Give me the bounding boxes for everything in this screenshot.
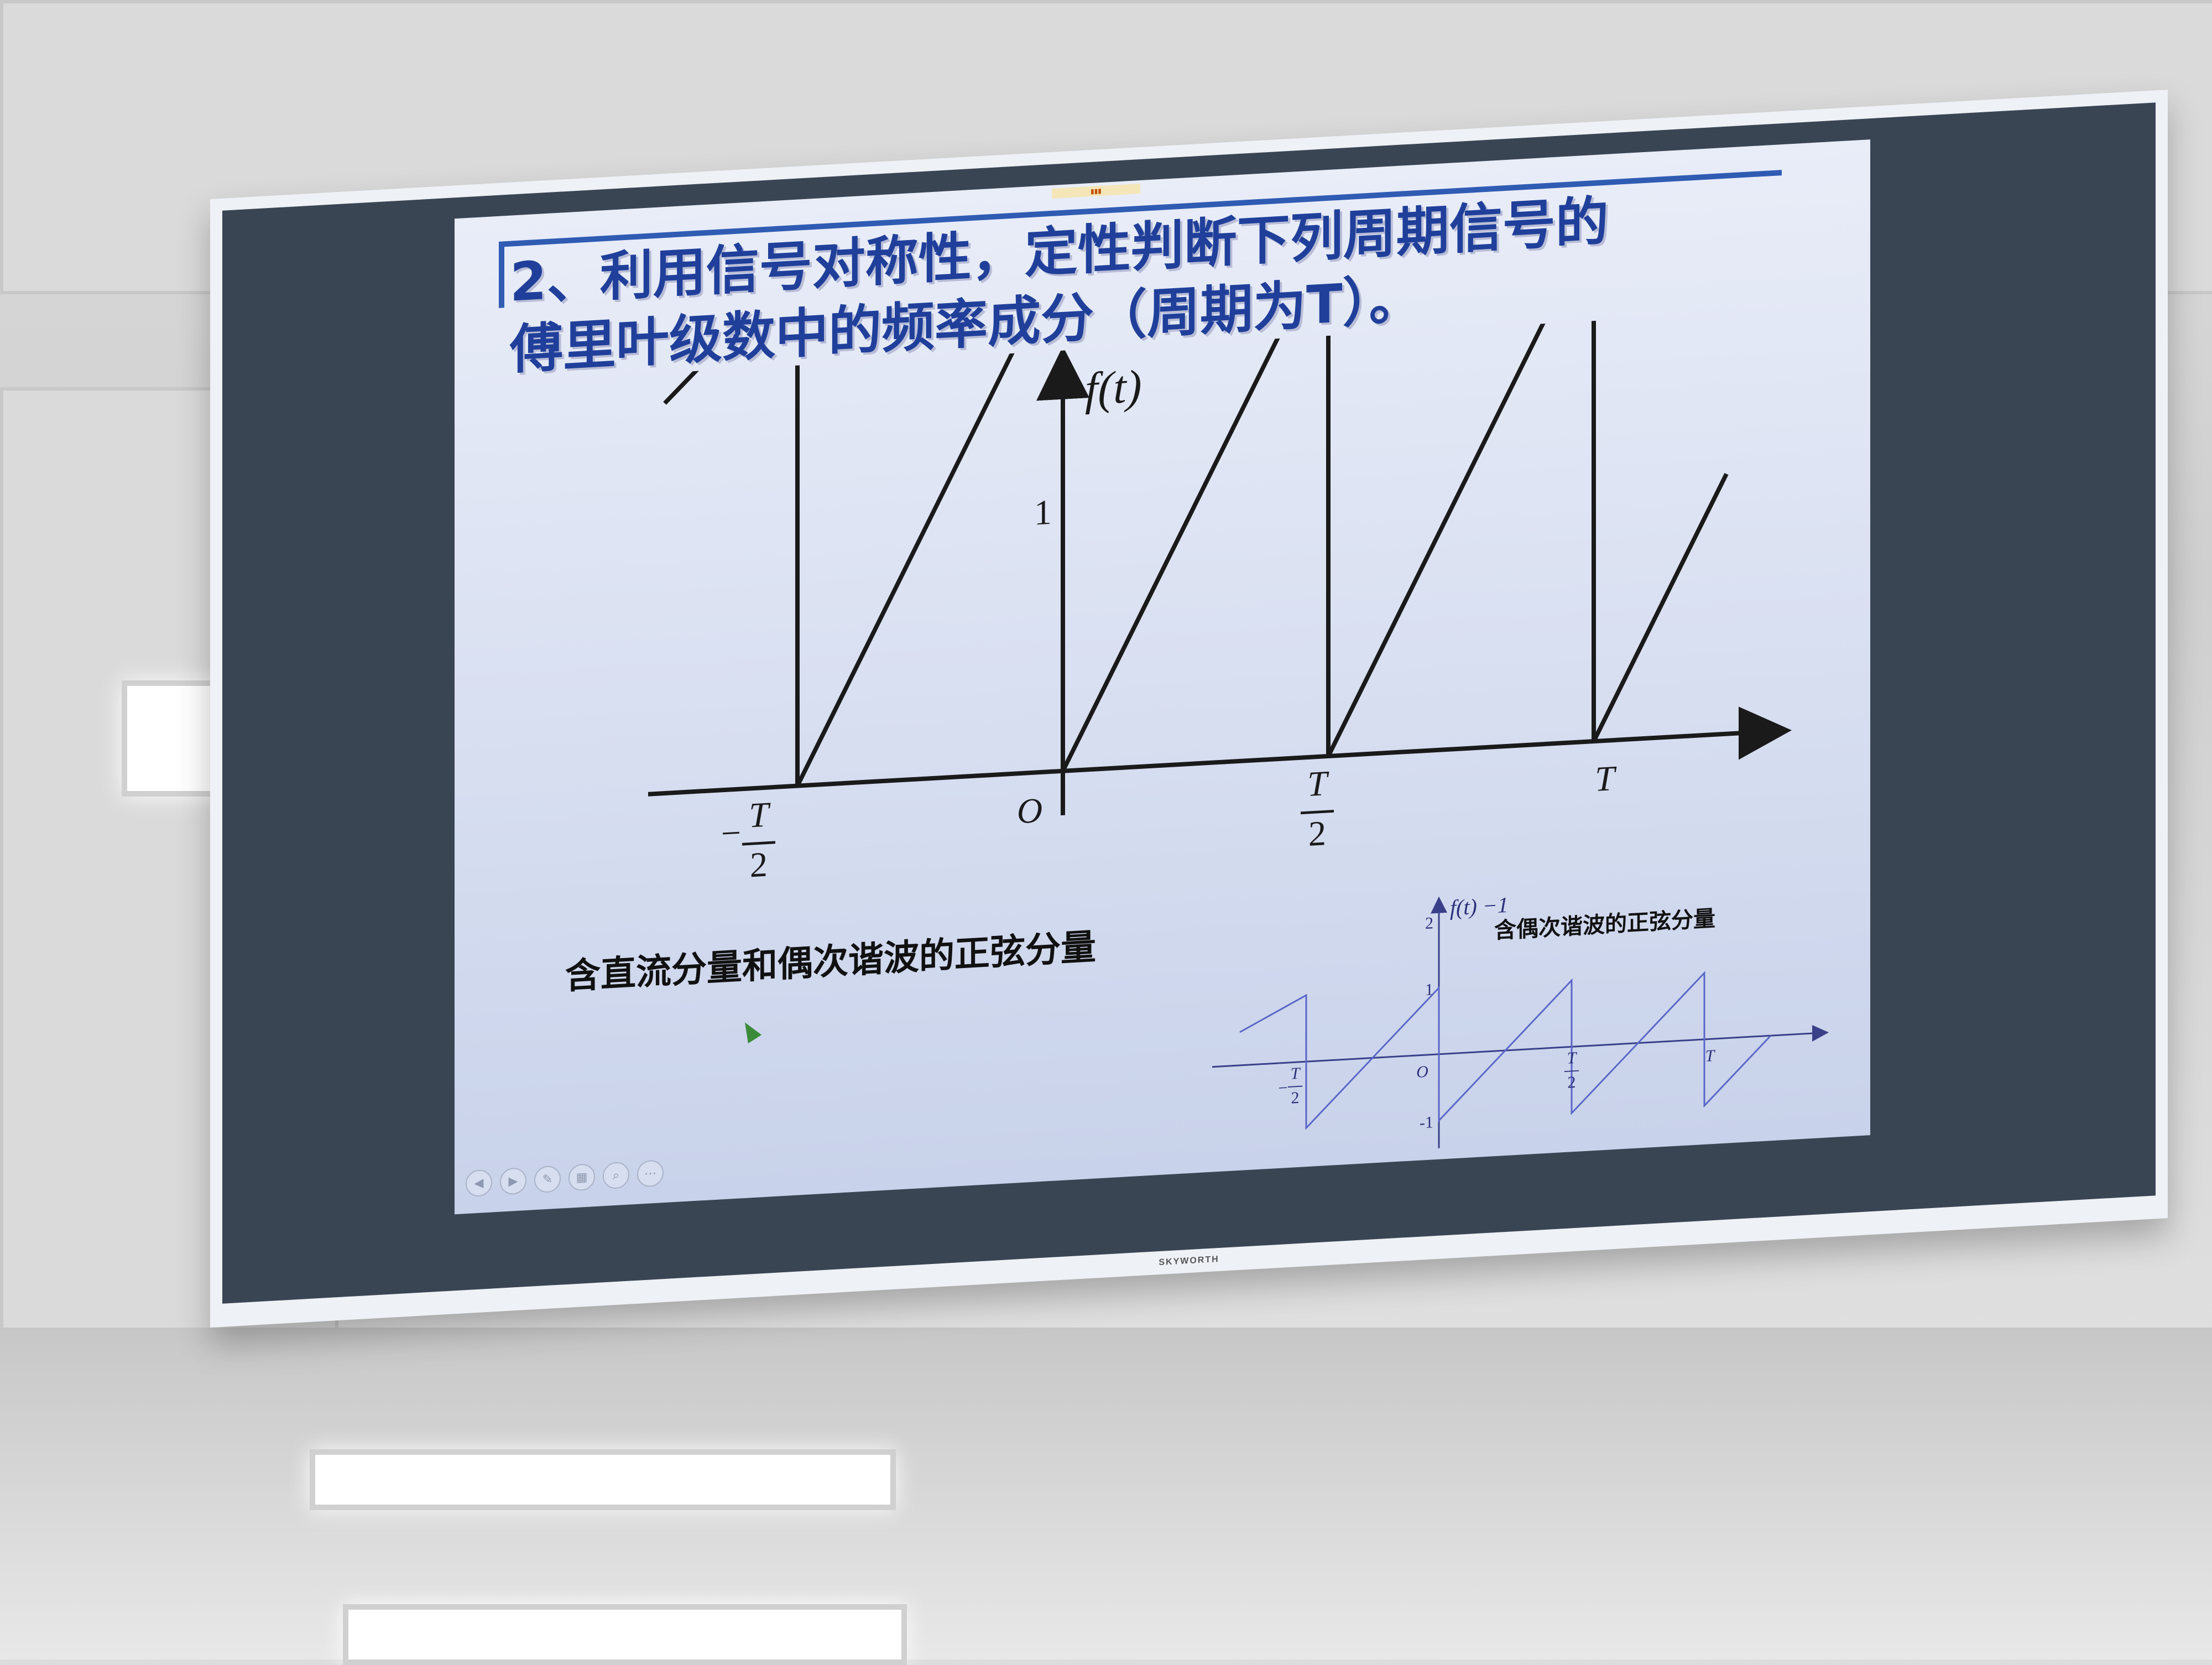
- svg-text:2: 2: [1308, 813, 1326, 854]
- x-tick-label: T: [1705, 1047, 1716, 1065]
- pen-icon[interactable]: ✎: [534, 1165, 561, 1194]
- title-rule-vertical: [499, 241, 504, 308]
- tv-screen: ▮▮▮ 2、利用信号对称性，定性判断下列周期信号的 傅里叶级数中的频率成分（周期…: [222, 102, 2156, 1304]
- svg-text:2: 2: [1567, 1073, 1575, 1092]
- ceiling-light: [343, 1604, 907, 1665]
- prev-icon[interactable]: ◀: [466, 1169, 492, 1198]
- television: ▮▮▮ 2、利用信号对称性，定性判断下列周期信号的 傅里叶级数中的频率成分（周期…: [210, 90, 2168, 1328]
- y-tick-label: 2: [1425, 914, 1433, 933]
- slides-icon[interactable]: ▦: [568, 1163, 595, 1191]
- zoom-icon[interactable]: ⌕: [603, 1161, 629, 1190]
- next-icon[interactable]: ▶: [500, 1167, 526, 1195]
- svg-text:2: 2: [1291, 1089, 1299, 1107]
- y-tick-label: -1: [1420, 1113, 1433, 1132]
- x-tick-label: −T 2: [1279, 1064, 1303, 1107]
- x-tick-label: O: [1416, 1063, 1428, 1081]
- sawtooth-series: [1239, 971, 1772, 1130]
- mouse-cursor: [738, 1018, 762, 1044]
- svg-text:T: T: [1291, 1064, 1301, 1083]
- svg-text:−: −: [721, 813, 741, 853]
- ceiling-light: [310, 1449, 896, 1510]
- y-tick-label: 1: [1034, 492, 1052, 533]
- sawtooth-series: [663, 309, 1729, 787]
- x-tick-label: −T 2: [721, 794, 775, 885]
- tv-brand: SKYWORTH: [1159, 1254, 1219, 1268]
- y-tick-label: 1: [1425, 980, 1433, 999]
- svg-text:−: −: [1279, 1079, 1288, 1097]
- x-tick-label: T2: [1301, 763, 1334, 854]
- x-tick-label: O: [1017, 790, 1042, 831]
- svg-text:T: T: [749, 794, 771, 835]
- x-tick-label: T: [1595, 758, 1617, 799]
- y-axis-label: f(t): [1085, 361, 1142, 415]
- slideshow-toolbar: ◀ ▶ ✎ ▦ ⌕ ⋯: [466, 1159, 664, 1198]
- svg-text:T: T: [1307, 763, 1329, 804]
- slide-logo: ▮▮▮: [1052, 183, 1140, 199]
- more-icon[interactable]: ⋯: [637, 1159, 664, 1188]
- presentation-slide: ▮▮▮ 2、利用信号对称性，定性判断下列周期信号的 傅里叶级数中的频率成分（周期…: [455, 139, 1870, 1215]
- main-sawtooth-chart: f(t)12−T2OT2T: [648, 309, 1792, 885]
- svg-text:T: T: [1567, 1049, 1578, 1068]
- svg-text:2: 2: [750, 845, 768, 885]
